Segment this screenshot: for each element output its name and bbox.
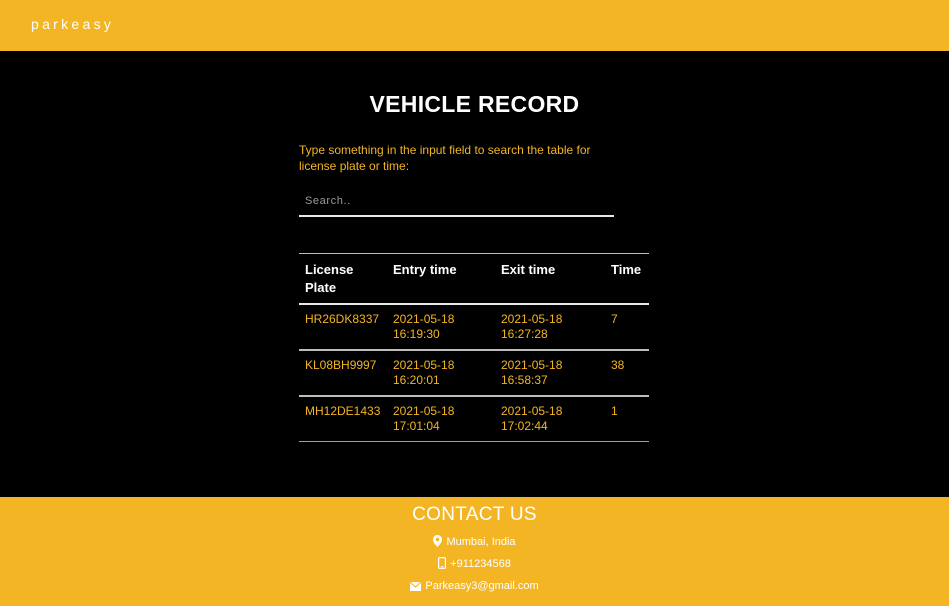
exit-time-cell: 2021-05-18 17:02:44: [495, 396, 605, 442]
column-header-time: Time: [605, 253, 649, 305]
contact-title: CONTACT US: [412, 504, 537, 525]
vehicle-records-table: License Plate Entry time Exit time Time …: [299, 253, 649, 442]
license-plate-cell: MH12DE1433: [299, 396, 387, 442]
duration-cell: 7: [605, 304, 649, 351]
location-text: Mumbai, India: [446, 536, 516, 548]
envelope-icon: [409, 581, 422, 595]
navbar: parkeasy: [0, 0, 949, 51]
column-header-license-plate: License Plate: [299, 253, 387, 305]
license-plate-cell: HR26DK8337: [299, 304, 387, 351]
table-header-row: License Plate Entry time Exit time Time: [299, 253, 649, 305]
duration-cell: 38: [605, 350, 649, 397]
column-header-entry-time: Entry time: [387, 253, 495, 305]
exit-time-cell: 2021-05-18 16:58:37: [495, 350, 605, 397]
main-content: VEHICLE RECORD Type something in the inp…: [0, 51, 949, 497]
entry-time-cell: 2021-05-18 16:20:01: [387, 350, 495, 397]
mobile-phone-icon: [438, 557, 447, 573]
page-title: VEHICLE RECORD: [369, 91, 580, 117]
email-link[interactable]: Parkeasy3@gmail.com: [425, 580, 538, 592]
entry-time-cell: 2021-05-18 16:19:30: [387, 304, 495, 351]
exit-time-cell: 2021-05-18 16:27:28: [495, 304, 605, 351]
contact-phone: +911234568: [0, 557, 949, 573]
column-header-exit-time: Exit time: [495, 253, 605, 305]
brand-link[interactable]: parkeasy: [31, 16, 114, 32]
entry-time-cell: 2021-05-18 17:01:04: [387, 396, 495, 442]
search-instructions: Type something in the input field to sea…: [299, 143, 591, 173]
table-row: HR26DK8337 2021-05-18 16:19:30 2021-05-1…: [299, 304, 649, 351]
table-row: KL08BH9997 2021-05-18 16:20:01 2021-05-1…: [299, 350, 649, 397]
map-marker-icon: [433, 535, 443, 551]
duration-cell: 1: [605, 396, 649, 442]
license-plate-cell: KL08BH9997: [299, 350, 387, 397]
contact-email: Parkeasy3@gmail.com: [0, 579, 949, 595]
phone-text: +911234568: [450, 558, 511, 570]
search-input[interactable]: [299, 187, 614, 217]
contact-location: Mumbai, India: [0, 535, 949, 551]
table-row: MH12DE1433 2021-05-18 17:01:04 2021-05-1…: [299, 396, 649, 442]
footer: CONTACT US Mumbai, India +911234568 Park…: [0, 497, 949, 606]
